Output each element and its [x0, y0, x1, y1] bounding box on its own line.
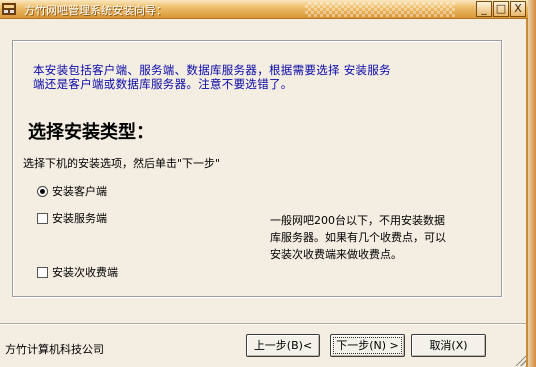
radio-icon[interactable] [37, 186, 48, 197]
checkbox-icon[interactable] [37, 213, 48, 224]
option-server[interactable]: 安装服务端 [37, 210, 107, 225]
app-icon [2, 3, 16, 15]
desktop-background [528, 0, 536, 367]
help-note-line-1: 一般网吧200台以下，不用安装数据 [270, 214, 445, 227]
close-button[interactable]: X [510, 1, 526, 17]
option-cashier-label[interactable]: 安装次收费端 [52, 266, 118, 279]
resize-grip-icon[interactable] [514, 354, 526, 366]
option-cashier[interactable]: 安装次收费端 [37, 264, 118, 279]
intro-line-1: 本安装包括客户端、服务端、数据库服务器，根据需要选择 安装服务 [33, 63, 391, 77]
next-button[interactable]: 下一步(N) > [330, 334, 405, 357]
checkbox-icon[interactable] [37, 267, 48, 278]
title-bar[interactable]: 方竹网吧管理系统安装向导： _ □ X [0, 0, 528, 19]
intro-text: 本安装包括客户端、服务端、数据库服务器，根据需要选择 安装服务 端还是客户端或数… [33, 63, 473, 91]
maximize-button[interactable]: □ [493, 1, 509, 17]
instruction-text: 选择下机的安装选项，然后单击"下一步" [23, 157, 221, 170]
minimize-button[interactable]: _ [476, 1, 492, 17]
help-note-line-2: 库服务器。如果有几个收费点，可以 [270, 231, 446, 244]
option-client[interactable]: 安装客户端 [37, 183, 107, 198]
help-note-line-3: 安装次收费端来做收费点。 [270, 248, 402, 261]
page-heading: 选择安装类型： [28, 122, 154, 143]
radio-selected-dot [40, 189, 45, 194]
help-note: 一般网吧200台以下，不用安装数据 库服务器。如果有几个收费点，可以 安装次收费… [270, 212, 470, 263]
window-title: 方竹网吧管理系统安装向导： [24, 4, 167, 17]
footer-separator [0, 323, 526, 325]
option-server-label[interactable]: 安装服务端 [52, 212, 107, 225]
option-client-label[interactable]: 安装客户端 [52, 185, 107, 198]
company-name: 方竹计算机科技公司 [5, 343, 104, 356]
back-button[interactable]: 上一步(B)< [246, 334, 320, 357]
installer-window: 方竹网吧管理系统安装向导： _ □ X 本安装包括客户端、服务端、数据库服务器，… [0, 0, 528, 367]
title-bar-pattern [305, 2, 455, 17]
intro-line-2: 端还是客户端或数据库服务器。注意不要选错了。 [33, 77, 293, 91]
cancel-button[interactable]: 取消(X) [411, 334, 486, 357]
